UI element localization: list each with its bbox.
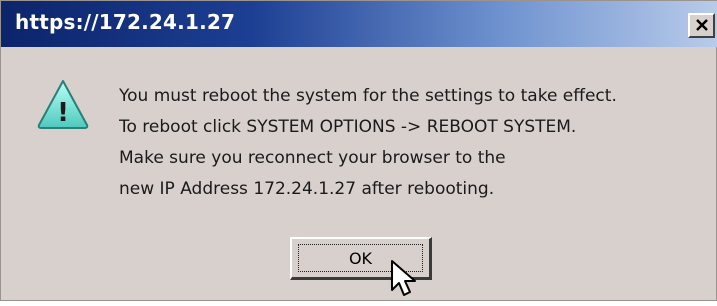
close-icon [695, 16, 709, 37]
warning-icon: ! [36, 78, 90, 130]
message-line: To reboot click SYSTEM OPTIONS -> REBOOT… [119, 117, 577, 137]
message-text: You must reboot the system for the setti… [119, 81, 617, 205]
window-title: https://172.24.1.27 [15, 10, 236, 34]
warning-glyph: ! [57, 98, 69, 128]
title-bar[interactable]: https://172.24.1.27 [1, 1, 717, 47]
mouse-pointer-icon [389, 259, 423, 301]
message-line: You must reboot the system for the setti… [119, 86, 617, 106]
message-line: new IP Address 172.24.1.27 after rebooti… [119, 179, 495, 199]
alert-dialog: https://172.24.1.27 ! You must reboot th… [0, 0, 717, 301]
close-button[interactable] [688, 13, 715, 38]
message-line: Make sure you reconnect your browser to … [119, 148, 506, 168]
